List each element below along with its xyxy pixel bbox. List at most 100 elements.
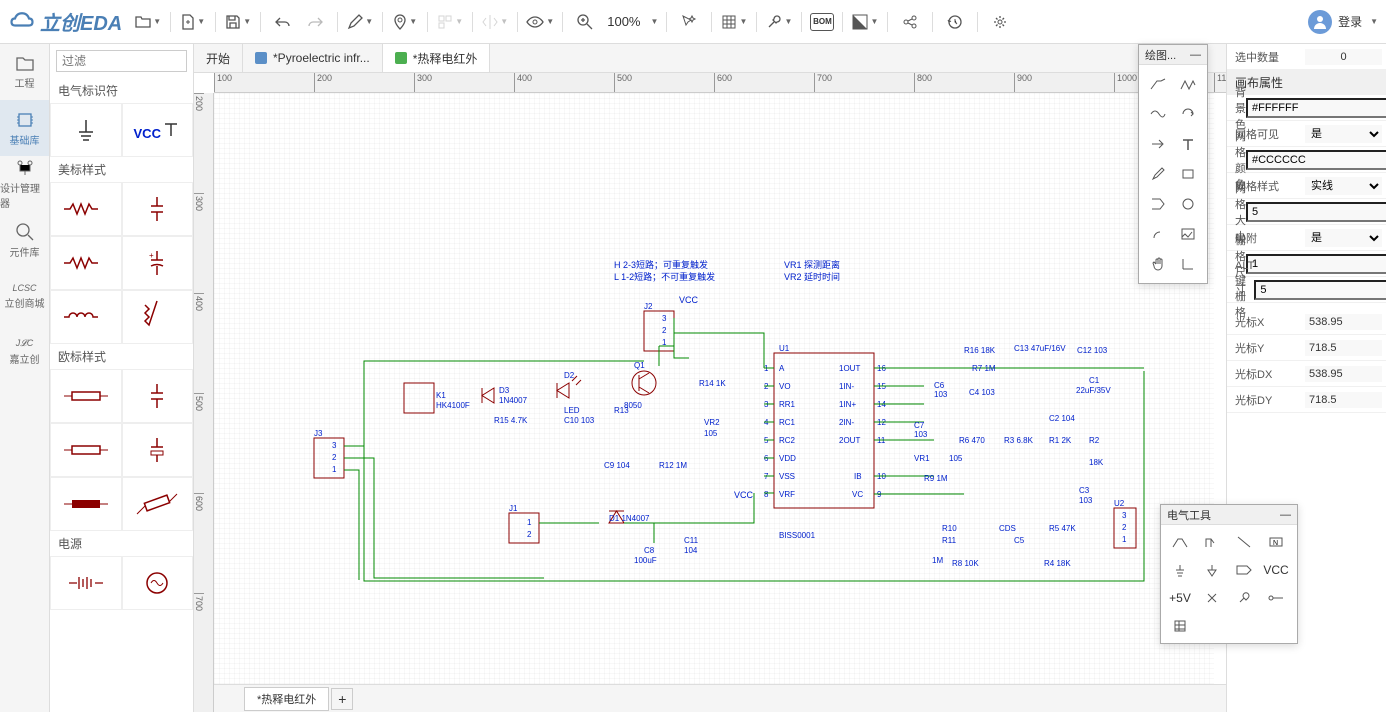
svg-text:C13 47uF/16V: C13 47uF/16V [1014,344,1066,353]
arc-tool-icon[interactable] [1145,221,1171,247]
eye-icon[interactable]: ▼ [526,8,554,36]
svg-text:1N4007: 1N4007 [499,396,528,405]
symbol-resistor-filled[interactable] [50,477,122,531]
symbol-resistor-us[interactable] [50,182,122,236]
rail-jlc[interactable]: J𝓛C嘉立创 [0,324,49,380]
pencil-tool-icon[interactable] [1145,161,1171,187]
arrow-tool-icon[interactable] [1145,131,1171,157]
tab-pyroelectric-pcb[interactable]: *热释电红外 [383,44,491,72]
symbol-battery[interactable] [50,556,122,610]
svg-text:2OUT: 2OUT [839,436,860,445]
net-label-icon[interactable]: N [1261,529,1291,555]
mirror-icon[interactable]: ▼ [481,8,509,36]
gnd-tool-icon[interactable] [1165,557,1195,583]
bus-tool-icon[interactable] [1197,529,1227,555]
alt-grid-input[interactable] [1254,280,1386,300]
rail-lcsc-store[interactable]: LCSC立创商城 [0,268,49,324]
symbol-resistor-eu2[interactable] [50,423,122,477]
symbol-resistor-eu[interactable] [50,369,122,423]
image-tool-icon[interactable] [1175,221,1201,247]
undo-icon[interactable] [269,8,297,36]
port-tool-icon[interactable] [1229,557,1259,583]
net-line-icon[interactable] [1229,529,1259,555]
symbol-gnd[interactable] [50,103,122,157]
new-file-icon[interactable]: ▼ [179,8,207,36]
5v-tool-icon[interactable]: +5V [1165,585,1195,611]
probe-tool-icon[interactable] [1229,585,1259,611]
symbol-ac-source[interactable] [122,556,194,610]
tab-start[interactable]: 开始 [194,44,243,72]
table-tool-icon[interactable] [1165,613,1195,639]
align-icon[interactable]: ▼ [436,8,464,36]
symbol-cap-us[interactable] [122,182,194,236]
snap-size-input[interactable] [1246,254,1386,274]
symbol-cap-eu[interactable] [122,369,194,423]
zoom-level[interactable]: 100% [603,14,644,29]
wire-tool-icon[interactable] [1165,529,1195,555]
symbol-fuse-eu[interactable] [122,477,194,531]
rail-project[interactable]: 工程 [0,44,49,100]
share-icon[interactable] [896,8,924,36]
svg-text:103: 103 [1079,496,1093,505]
zoom-in-icon[interactable] [571,8,599,36]
app-logo[interactable]: 立创EDA [8,7,122,36]
svg-text:CDS: CDS [999,524,1016,533]
login-button[interactable]: 登录▼ [1308,10,1378,34]
layers-icon[interactable]: ▼ [720,8,748,36]
svg-text:R8 10K: R8 10K [952,559,979,568]
circle-tool-icon[interactable] [1175,191,1201,217]
save-icon[interactable]: ▼ [224,8,252,36]
rail-basic-lib[interactable]: 基础库 [0,100,49,156]
tools-icon[interactable]: ▼ [765,8,793,36]
symbol-cap-pol-eu[interactable] [122,423,194,477]
gear-icon[interactable] [986,8,1014,36]
rect-tool-icon[interactable] [1175,161,1201,187]
symbol-resistor-us2[interactable] [50,236,122,290]
bom-icon[interactable]: BOM [810,13,834,31]
wave-tool-icon[interactable] [1145,101,1171,127]
bg-color-input[interactable] [1246,98,1386,118]
svg-text:104: 104 [684,546,698,555]
polygon-tool-icon[interactable] [1145,191,1171,217]
history-icon[interactable] [941,8,969,36]
tab-pyroelectric-sch[interactable]: *Pyroelectric infr... [243,44,383,72]
symbol-cap-pol-us[interactable]: + [122,236,194,290]
sheet-tab-1[interactable]: *热释电红外 [244,687,329,711]
marker-icon[interactable]: ▼ [391,8,419,36]
pin-tool-icon[interactable] [1261,585,1291,611]
symbol-inductor-us[interactable] [50,290,122,344]
pan-tool-icon[interactable] [1145,251,1171,277]
text-tool-icon[interactable] [1175,131,1201,157]
cursor-dy-value: 718.5 [1305,392,1382,408]
filter-input[interactable] [56,50,187,72]
origin-tool-icon[interactable] [1175,251,1201,277]
svg-text:C2 104: C2 104 [1049,414,1075,423]
svg-text:C12 103: C12 103 [1077,346,1108,355]
zigzag-tool-icon[interactable] [1175,71,1201,97]
minimize-icon[interactable]: — [1280,509,1291,521]
contrast-icon[interactable]: ▼ [851,8,879,36]
avatar-icon [1308,10,1332,34]
noconnect-icon[interactable] [1197,585,1227,611]
schematic-canvas[interactable]: H 2-3短路；可重复触发 L 1-2短路；不可重复触发 VR1 探测距离 VR… [214,93,1226,684]
grid-style-select[interactable]: 实线 [1305,177,1382,195]
symbol-vcc[interactable]: VCC [122,103,194,157]
vcc-tool-icon[interactable]: VCC [1261,557,1291,583]
sheet-add-button[interactable]: + [331,688,353,710]
pen-icon[interactable]: ▼ [346,8,374,36]
folder-open-icon[interactable]: ▼ [134,8,162,36]
svg-text:105: 105 [949,454,963,463]
rail-design-mgr[interactable]: 设计管理器 [0,156,49,212]
grid-visible-select[interactable]: 是 [1305,125,1382,143]
line-tool-icon[interactable] [1145,71,1171,97]
cursor-sparkle-icon[interactable] [675,8,703,36]
arc-cw-icon[interactable] [1175,101,1201,127]
grid-color-input[interactable] [1246,150,1386,170]
snap-select[interactable]: 是 [1305,229,1382,247]
minimize-icon[interactable]: — [1190,49,1201,61]
gnd-tri-icon[interactable] [1197,557,1227,583]
redo-icon[interactable] [301,8,329,36]
rail-component-lib[interactable]: 元件库 [0,212,49,268]
symbol-resistor-zigzag[interactable] [122,290,194,344]
grid-size-input[interactable] [1246,202,1386,222]
